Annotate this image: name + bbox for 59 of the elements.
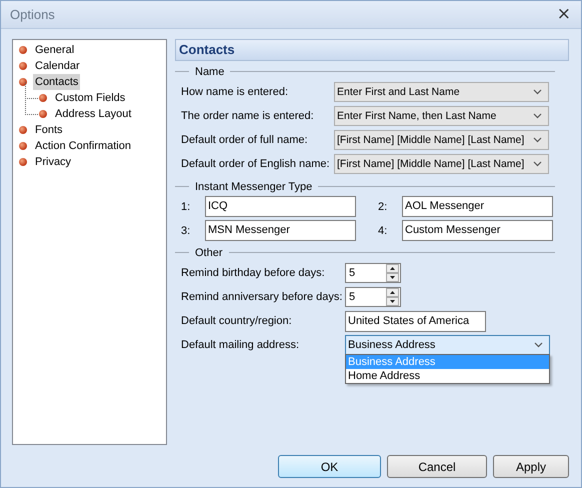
field-label: Default country/region: bbox=[181, 315, 293, 327]
field-label: 1: bbox=[181, 200, 192, 212]
bullet-icon bbox=[19, 126, 27, 134]
bullet-icon bbox=[19, 46, 27, 54]
field-label: How name is entered: bbox=[181, 86, 289, 98]
field-label: 2: bbox=[378, 200, 388, 212]
text-field[interactable]: Custom Messenger bbox=[402, 220, 553, 241]
chevron-down-icon bbox=[534, 342, 543, 348]
group-title: Name bbox=[194, 66, 226, 78]
spin-field[interactable]: 5 bbox=[345, 263, 401, 283]
spin-up-icon[interactable] bbox=[386, 264, 399, 273]
chevron-down-icon bbox=[533, 161, 542, 167]
dialog-button[interactable]: Cancel bbox=[387, 455, 487, 478]
window-title: Options bbox=[10, 7, 55, 22]
bullet-icon bbox=[19, 78, 27, 86]
chevron-down-icon bbox=[533, 113, 542, 119]
group-title: Instant Messenger Type bbox=[194, 180, 314, 192]
chevron-down-icon bbox=[533, 137, 542, 143]
spin-down-icon[interactable] bbox=[386, 273, 399, 282]
spin-up-icon[interactable] bbox=[386, 288, 399, 297]
tree-item[interactable]: Address Layout bbox=[53, 106, 134, 122]
spin-field[interactable]: 5 bbox=[345, 287, 401, 307]
dialog-button[interactable]: OK bbox=[278, 455, 381, 478]
tree-item[interactable]: Privacy bbox=[33, 154, 74, 170]
panel-header: Contacts bbox=[175, 39, 569, 61]
bullet-icon bbox=[19, 158, 27, 166]
text-field[interactable]: ICQ bbox=[205, 196, 356, 217]
field-label: Default mailing address: bbox=[181, 339, 300, 351]
dropdown[interactable]: [First Name] [Middle Name] [Last Name] bbox=[334, 154, 549, 174]
tree-item[interactable]: Custom Fields bbox=[53, 90, 128, 106]
dialog-button[interactable]: Apply bbox=[493, 455, 569, 478]
field-label: 4: bbox=[378, 224, 388, 236]
group-title: Other bbox=[194, 246, 224, 258]
dropdown-option[interactable]: Home Address bbox=[346, 369, 549, 383]
field-label: Default order of full name: bbox=[181, 134, 309, 146]
close-button[interactable]: × bbox=[554, 6, 573, 23]
field-label: 3: bbox=[181, 224, 192, 236]
tree-item[interactable]: Action Confirmation bbox=[33, 138, 133, 154]
bullet-icon bbox=[19, 62, 27, 70]
field-label: Default order of English name: bbox=[181, 158, 331, 170]
chevron-down-icon bbox=[533, 89, 542, 95]
bullet-icon bbox=[19, 142, 27, 150]
dropdown[interactable]: Enter First Name, then Last Name bbox=[334, 106, 549, 126]
text-field[interactable]: AOL Messenger bbox=[402, 196, 553, 217]
tree-item[interactable]: Contacts bbox=[33, 74, 80, 90]
text-field[interactable]: United States of America bbox=[345, 310, 486, 332]
spin-down-icon[interactable] bbox=[386, 297, 399, 306]
dropdown[interactable]: Business Address bbox=[345, 335, 550, 355]
tree-item[interactable]: Calendar bbox=[33, 58, 82, 74]
field-label: Remind birthday before days: bbox=[181, 267, 326, 279]
tree-item[interactable]: General bbox=[33, 42, 76, 58]
dropdown[interactable]: [First Name] [Middle Name] [Last Name] bbox=[334, 130, 549, 150]
bullet-icon bbox=[39, 110, 47, 118]
field-label: The order name is entered: bbox=[181, 110, 315, 122]
field-label: Remind anniversary before days: bbox=[181, 291, 344, 303]
dropdown[interactable]: Enter First and Last Name bbox=[334, 82, 549, 102]
bullet-icon bbox=[39, 94, 47, 102]
tree-item[interactable]: Fonts bbox=[33, 122, 65, 138]
text-field[interactable]: MSN Messenger bbox=[205, 220, 356, 241]
